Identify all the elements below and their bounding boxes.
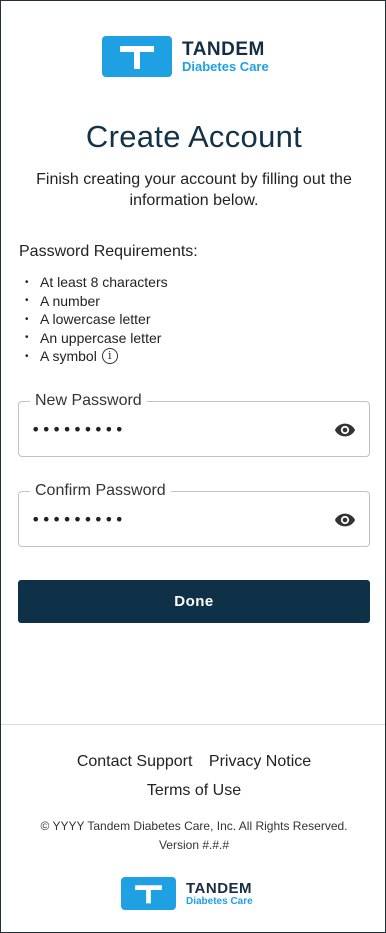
bullet-icon: •	[25, 350, 29, 362]
contact-support-link[interactable]: Contact Support	[77, 753, 193, 770]
done-button[interactable]: Done	[18, 580, 370, 623]
list-item: • A symbol i	[25, 347, 168, 366]
list-item: • At least 8 characters	[25, 274, 168, 291]
info-icon[interactable]: i	[101, 348, 118, 365]
list-item: • An uppercase letter	[25, 329, 162, 346]
bullet-icon: •	[25, 295, 29, 307]
copyright-block: © YYYY Tandem Diabetes Care, Inc. All Ri…	[1, 817, 385, 855]
new-password-field[interactable]: New Password	[18, 391, 370, 457]
list-item: • A number	[25, 292, 100, 309]
password-requirements-list: • At least 8 characters • A number • A lowe…	[25, 273, 168, 366]
footer-divider	[1, 724, 385, 725]
eye-icon[interactable]	[334, 419, 356, 441]
page-title: Create Account	[85, 119, 303, 154]
confirm-password-field[interactable]: Confirm Password	[18, 481, 370, 547]
page-frame: TANDEM Diabetes Care Create Account Fini…	[0, 0, 386, 933]
logo-tagline: Diabetes Care	[182, 59, 269, 74]
page-subtitle: Finish creating your account by filling …	[36, 171, 352, 209]
logo-wordmark: TANDEM	[182, 39, 265, 60]
terms-row: Terms of Use	[1, 782, 385, 800]
logo-text: TANDEM Diabetes Care	[186, 881, 253, 907]
terms-of-use-link[interactable]: Terms of Use	[147, 782, 241, 799]
logo-mark-icon	[121, 877, 176, 910]
confirm-password-label: Confirm Password	[30, 481, 171, 501]
bullet-icon: •	[25, 313, 29, 325]
logo-mark-icon	[102, 36, 172, 77]
privacy-notice-link[interactable]: Privacy Notice	[209, 753, 311, 770]
logo-wordmark: TANDEM	[186, 879, 253, 897]
new-password-label: New Password	[30, 391, 147, 411]
copyright-text: © YYYY Tandem Diabetes Care, Inc. All Ri…	[40, 819, 348, 833]
tandem-logo-footer: TANDEM Diabetes Care	[121, 877, 253, 910]
tandem-logo: TANDEM Diabetes Care	[102, 36, 269, 77]
bullet-icon: •	[25, 332, 29, 344]
list-item: • A lowercase letter	[25, 311, 151, 328]
logo-tagline: Diabetes Care	[186, 895, 253, 907]
eye-icon[interactable]	[334, 509, 356, 531]
password-requirements-title: Password Requirements:	[19, 243, 198, 260]
version-text: Version #.#.#	[158, 838, 230, 852]
new-password-input[interactable]	[31, 420, 321, 439]
confirm-password-input[interactable]	[31, 510, 321, 529]
logo-text: TANDEM Diabetes Care	[182, 40, 269, 73]
bullet-icon: •	[25, 276, 29, 288]
footer-links: Contact Support Privacy Notice	[1, 753, 385, 771]
